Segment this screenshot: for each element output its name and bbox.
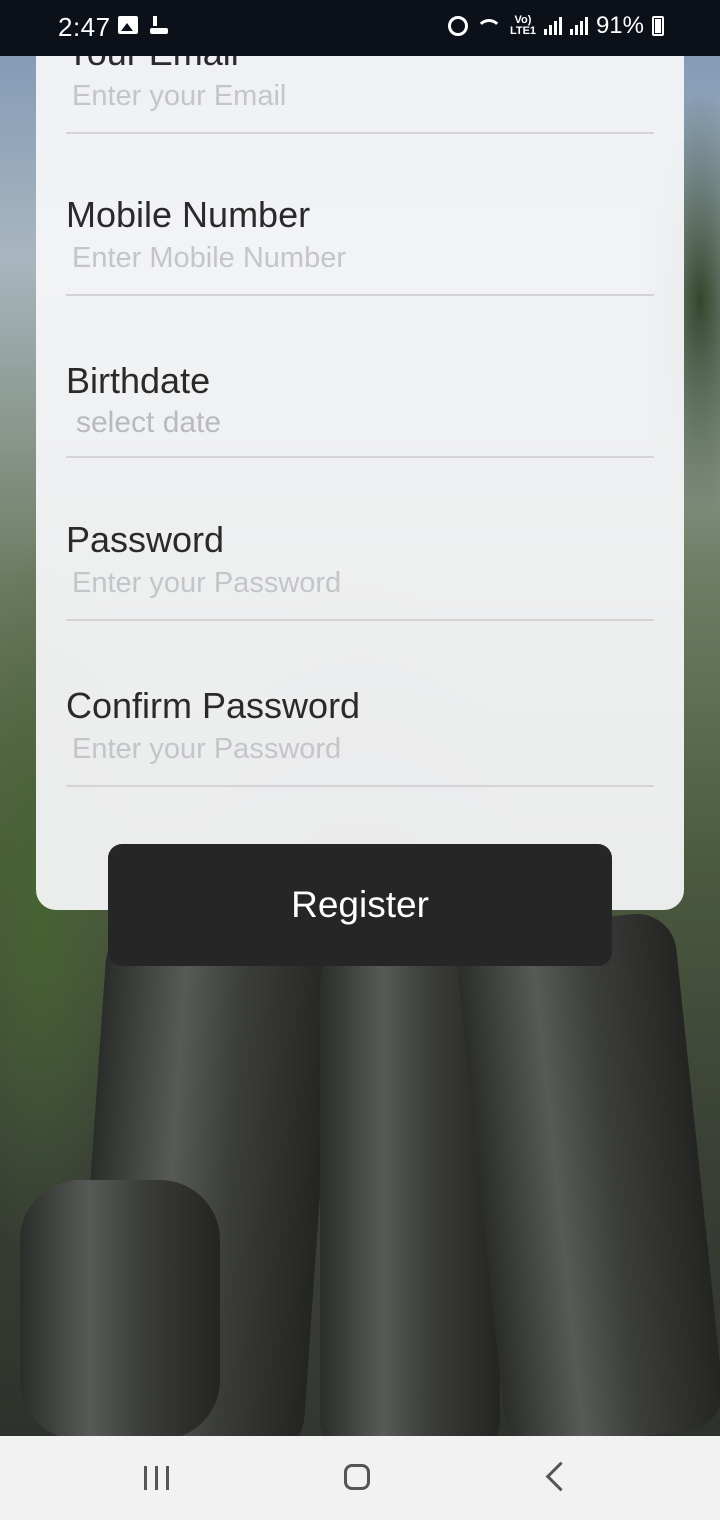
confirm-password-input[interactable]	[66, 727, 654, 787]
mobile-number-label: Mobile Number	[66, 194, 311, 235]
mobile-number-input[interactable]	[66, 236, 654, 296]
password-label: Password	[66, 519, 225, 560]
lte-indicator: Vo) LTE1	[509, 14, 537, 37]
status-time: 2:47	[58, 12, 111, 42]
status-bar: 2:47 Vo) LTE1 91%	[0, 0, 720, 56]
alarm-icon	[447, 16, 468, 36]
navigation-bar	[0, 1436, 720, 1520]
battery-percent: 91%	[595, 12, 644, 39]
wifi-icon	[475, 17, 502, 35]
app-notification-icon	[150, 16, 168, 34]
mobile-field-group: Mobile Number	[66, 194, 654, 296]
email-input[interactable]	[66, 74, 654, 134]
birthdate-picker[interactable]: select date	[66, 402, 654, 458]
registration-form-card: Your Email Mobile Number Birthdate selec…	[36, 0, 684, 910]
recents-icon[interactable]	[126, 1456, 186, 1500]
background-statue-part	[20, 1180, 220, 1440]
birthdate-field-group: Birthdate select date	[66, 360, 654, 458]
image-icon	[118, 16, 138, 34]
confirm-password-label: Confirm Password	[66, 685, 361, 726]
battery-charging-icon	[652, 16, 664, 36]
password-field-group: Password	[66, 519, 654, 621]
confirm-password-field-group: Confirm Password	[66, 685, 654, 787]
signal-icon	[569, 17, 588, 35]
status-system-icons: Vo) LTE1 91%	[447, 12, 664, 40]
register-screen: Your Email Mobile Number Birthdate selec…	[0, 0, 720, 1520]
signal-icon	[543, 17, 562, 35]
status-notification-icons	[118, 16, 168, 34]
home-icon[interactable]	[327, 1456, 387, 1500]
password-input[interactable]	[66, 561, 654, 621]
back-icon[interactable]	[530, 1456, 590, 1500]
birthdate-label: Birthdate	[66, 360, 211, 401]
register-button[interactable]: Register	[108, 844, 612, 966]
